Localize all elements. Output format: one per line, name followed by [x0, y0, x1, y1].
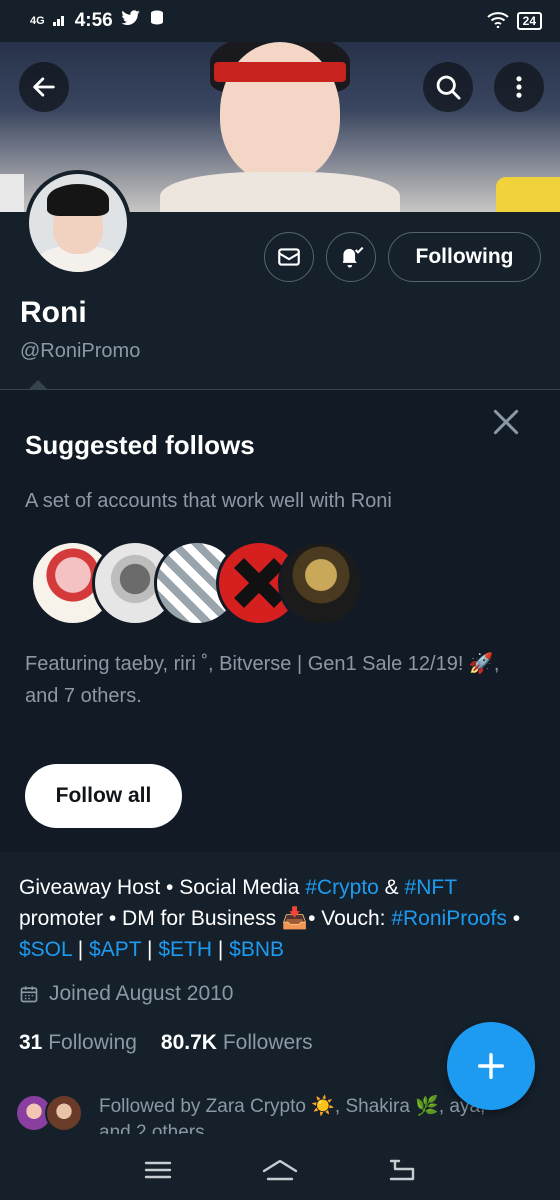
cashtag-link[interactable]: $APT	[89, 938, 141, 961]
followers-label: Followers	[222, 1031, 313, 1054]
hashtag-link[interactable]: #RoniProofs	[391, 907, 507, 930]
search-icon	[436, 75, 461, 100]
clock: 4:56	[74, 10, 113, 31]
notifications-button[interactable]	[326, 232, 376, 282]
suggested-follows-title: Suggested follows	[25, 430, 255, 460]
follow-all-button[interactable]: Follow all	[25, 764, 182, 828]
hashtag-link[interactable]: #Crypto	[305, 876, 379, 899]
signal-icon	[52, 10, 67, 32]
followers-stat[interactable]: 80.7K Followers	[161, 1031, 313, 1055]
following-stat[interactable]: 31 Following	[19, 1031, 137, 1055]
menu-icon[interactable]	[143, 1158, 173, 1182]
profile-avatar[interactable]	[25, 170, 131, 276]
joined-date: Joined August 2010	[19, 982, 234, 1006]
bell-check-icon	[342, 246, 364, 268]
wifi-icon	[486, 11, 509, 31]
suggested-avatar[interactable]	[278, 540, 364, 626]
search-button[interactable]	[423, 62, 473, 112]
following-label: Following	[48, 1031, 137, 1054]
status-bar: 4G 4:56 24	[0, 0, 560, 42]
back-button[interactable]	[19, 62, 69, 112]
followers-count: 80.7K	[160, 1031, 217, 1054]
following-count: 31	[19, 1031, 43, 1054]
message-button[interactable]	[264, 232, 314, 282]
bio-text: Giveaway Host • Social Media	[19, 876, 306, 899]
plus-icon	[477, 1052, 505, 1080]
more-options-button[interactable]	[494, 62, 544, 112]
user-handle: @RoniPromo	[20, 340, 141, 362]
cashtag-link[interactable]: $BNB	[229, 938, 284, 961]
featuring-text: Featuring taeby, riri ˚, Bitverse | Gen1…	[25, 653, 500, 707]
arrow-left-icon	[33, 77, 55, 97]
cashtag-link[interactable]: $ETH	[158, 938, 212, 961]
bio-text: •	[506, 907, 521, 930]
following-button[interactable]: Following	[388, 232, 541, 282]
suggested-follows-subtitle: A set of accounts that work well with Ro…	[25, 490, 392, 512]
bio-text: |	[71, 938, 90, 961]
followed-by-text: Followed by Zara Crypto ☀️, Shakira 🌿, a…	[99, 1096, 486, 1134]
compose-tweet-button[interactable]	[447, 1022, 535, 1110]
back-icon[interactable]	[387, 1157, 417, 1183]
follower-avatar	[45, 1094, 83, 1132]
bio-text: |	[212, 938, 230, 961]
system-navigation-bar	[0, 1140, 560, 1200]
suggested-pointer	[28, 380, 48, 390]
network-indicator: 4G	[30, 15, 45, 27]
profile-bio: Giveaway Host • Social Media #Crypto & #…	[19, 872, 544, 965]
banner-bottle	[0, 174, 24, 212]
calendar-icon	[20, 986, 38, 1003]
envelope-icon	[278, 248, 300, 266]
banner-plush	[496, 177, 560, 212]
more-vertical-icon	[516, 76, 522, 98]
bio-text: &	[378, 876, 405, 899]
home-icon[interactable]	[260, 1157, 300, 1183]
battery-indicator: 24	[516, 12, 542, 30]
display-name: Roni	[20, 296, 87, 329]
followed-by-avatars	[15, 1094, 87, 1132]
joined-text: Joined August 2010	[49, 982, 234, 1005]
followed-by[interactable]: Followed by Zara Crypto ☀️, Shakira 🌿, a…	[15, 1094, 515, 1134]
cashtag-link[interactable]: $SOL	[19, 938, 72, 961]
hashtag-link[interactable]: #NFT	[405, 876, 457, 899]
close-icon[interactable]	[490, 406, 522, 438]
suggested-follows-card: Suggested follows A set of accounts that…	[0, 390, 560, 852]
bio-text: promoter • DM for Business 📥• Vouch:	[19, 907, 392, 930]
storage-icon	[149, 10, 165, 32]
banner-photo-subject	[160, 42, 400, 212]
twitter-bird-icon	[121, 10, 141, 32]
follow-stats: 31 Following 80.7K Followers	[19, 1031, 313, 1055]
bio-text: |	[141, 938, 159, 961]
